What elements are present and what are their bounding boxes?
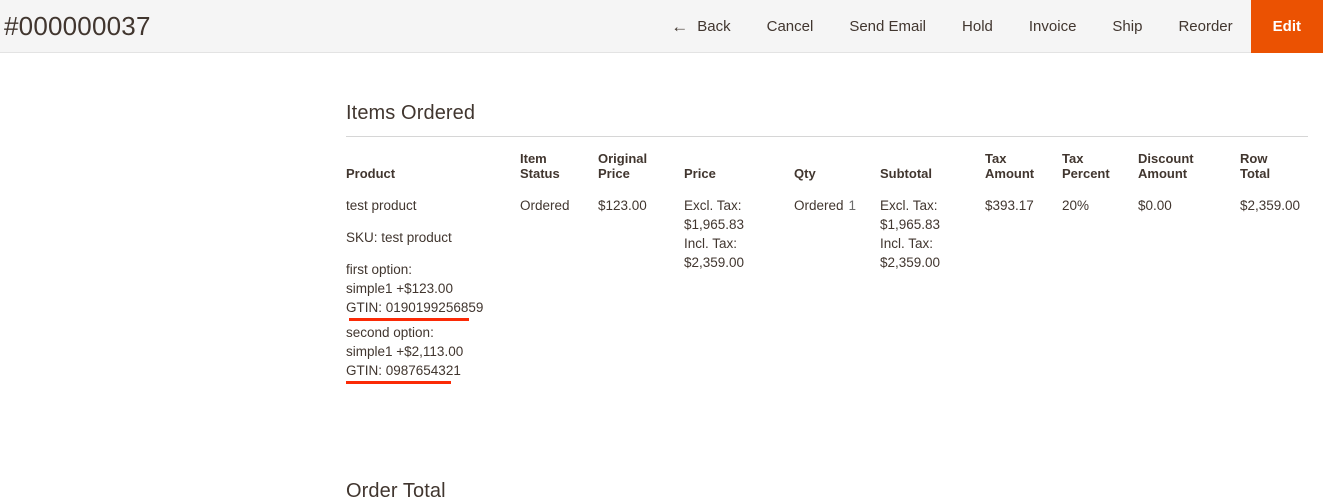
price-excl-tax-label: Excl. Tax: xyxy=(684,198,742,213)
col-header-tax-amount-line1: Tax xyxy=(985,151,1007,166)
subtotal-incl-tax-label: Incl. Tax: xyxy=(880,236,934,251)
header-actions-toolbar: ← Back Cancel Send Email Hold Invoice Sh… xyxy=(657,0,1323,53)
col-header-original-price-line1: Original xyxy=(598,151,648,166)
col-header-item-status-line2: Status xyxy=(520,166,560,181)
ship-button[interactable]: Ship xyxy=(1094,0,1160,53)
col-header-item-status-line1: Item xyxy=(520,151,547,166)
cell-product: test product SKU: test product first opt… xyxy=(346,189,520,393)
gtin-highlight-underline-2 xyxy=(346,381,451,384)
page-title: #000000037 xyxy=(4,10,151,41)
back-button-label: Back xyxy=(697,18,731,35)
cell-row-total: $2,359.00 xyxy=(1240,198,1301,213)
qty-ordered: Ordered 1 xyxy=(794,198,856,213)
col-header-tax-amount: Tax Amount xyxy=(985,151,1062,189)
gtin-highlight-underline-1 xyxy=(349,318,469,321)
cell-item-status: Ordered xyxy=(520,198,570,213)
col-header-row-total-line1: Row xyxy=(1240,151,1268,166)
items-ordered-table: Product Item Status Original Price Price xyxy=(346,151,1308,393)
qty-ordered-label: Ordered xyxy=(794,198,844,213)
col-header-item-status: Item Status xyxy=(520,151,598,189)
product-sku: SKU: test product xyxy=(346,230,452,245)
qty-ordered-value: 1 xyxy=(848,198,857,213)
price-excl-tax-value: $1,965.83 xyxy=(684,217,745,232)
product-option-1-value: simple1 +$123.00 xyxy=(346,281,453,296)
price-incl-tax-value: $2,359.00 xyxy=(684,255,745,270)
col-header-discount-amount-line2: Amount xyxy=(1138,166,1188,181)
items-ordered-title: Items Ordered xyxy=(346,102,1308,137)
cell-price: Excl. Tax: $1,965.83 Incl. Tax: $2,359.0… xyxy=(684,189,794,393)
subtotal-excl-tax-label: Excl. Tax: xyxy=(880,198,938,213)
product-option-1-label: first option: xyxy=(346,262,413,277)
ship-button-label: Ship xyxy=(1112,18,1143,35)
items-ordered-section: Items Ordered Product Item Status Origin… xyxy=(346,102,1308,393)
col-header-tax-percent: Tax Percent xyxy=(1062,151,1138,189)
col-header-row-total-line2: Total xyxy=(1240,166,1271,181)
table-row: test product SKU: test product first opt… xyxy=(346,189,1308,393)
col-header-tax-percent-line2: Percent xyxy=(1062,166,1110,181)
col-header-product: Product xyxy=(346,151,520,189)
product-name: test product xyxy=(346,198,417,213)
product-option-1-gtin-text: GTIN: 0190199256859 xyxy=(346,300,484,315)
cancel-button-label: Cancel xyxy=(766,18,814,35)
reorder-button[interactable]: Reorder xyxy=(1160,0,1250,53)
subtotal-incl-tax-value: $2,359.00 xyxy=(880,255,941,270)
subtotal-excl-tax-value: $1,965.83 xyxy=(880,217,941,232)
col-header-price-line1: Price xyxy=(684,166,716,181)
col-header-tax-amount-line2: Amount xyxy=(985,166,1035,181)
col-header-subtotal-line1: Subtotal xyxy=(880,166,932,181)
col-header-discount-amount-line1: Discount xyxy=(1138,151,1194,166)
product-option-2-value: simple1 +$2,113.00 xyxy=(346,344,464,359)
col-header-qty: Qty xyxy=(794,151,880,189)
hold-button-label: Hold xyxy=(962,18,993,35)
edit-button-label: Edit xyxy=(1272,18,1301,35)
order-total-section: Order Total xyxy=(346,480,1308,501)
col-header-subtotal: Subtotal xyxy=(880,151,985,189)
cell-qty: Ordered 1 xyxy=(794,189,880,393)
arrow-left-icon: ← xyxy=(671,17,689,36)
invoice-button[interactable]: Invoice xyxy=(1011,0,1095,53)
invoice-button-label: Invoice xyxy=(1028,18,1077,35)
col-header-price: Price xyxy=(684,151,794,189)
col-header-product-line1: Product xyxy=(346,166,396,181)
cell-tax-amount: $393.17 xyxy=(985,198,1034,213)
col-header-original-price: Original Price xyxy=(598,151,684,189)
hold-button[interactable]: Hold xyxy=(944,0,1011,53)
order-total-title: Order Total xyxy=(346,480,446,501)
col-header-discount-amount: Discount Amount xyxy=(1138,151,1240,189)
table-header-row: Product Item Status Original Price Price xyxy=(346,151,1308,189)
reorder-button-label: Reorder xyxy=(1178,18,1233,35)
cell-subtotal: Excl. Tax: $1,965.83 Incl. Tax: $2,359.0… xyxy=(880,189,985,393)
col-header-original-price-line2: Price xyxy=(598,166,630,181)
send-email-button-label: Send Email xyxy=(849,18,927,35)
cell-discount-amount: $0.00 xyxy=(1138,198,1172,213)
edit-button[interactable]: Edit xyxy=(1250,0,1323,53)
cancel-button[interactable]: Cancel xyxy=(749,0,832,53)
product-option-2-gtin-text: GTIN: 0987654321 xyxy=(346,363,461,378)
product-option-1-gtin: GTIN: 0190199256859 xyxy=(346,298,483,323)
product-option-1: first option: simple1 +$123.00 GTIN: 019… xyxy=(346,260,514,323)
send-email-button[interactable]: Send Email xyxy=(831,0,944,53)
product-option-2-label: second option: xyxy=(346,325,434,340)
col-header-row-total: Row Total xyxy=(1240,151,1308,189)
price-incl-tax-label: Incl. Tax: xyxy=(684,236,738,251)
col-header-tax-percent-line1: Tax xyxy=(1062,151,1084,166)
cell-tax-percent: 20% xyxy=(1062,198,1090,213)
col-header-qty-line1: Qty xyxy=(794,166,816,181)
product-option-2-gtin: GTIN: 0987654321 xyxy=(346,361,461,386)
cell-original-price: $123.00 xyxy=(598,198,647,213)
page-header: #000000037 ← Back Cancel Send Email Hold… xyxy=(0,0,1323,53)
back-button[interactable]: ← Back xyxy=(657,0,748,53)
product-option-2: second option: simple1 +$2,113.00 GTIN: … xyxy=(346,323,514,386)
